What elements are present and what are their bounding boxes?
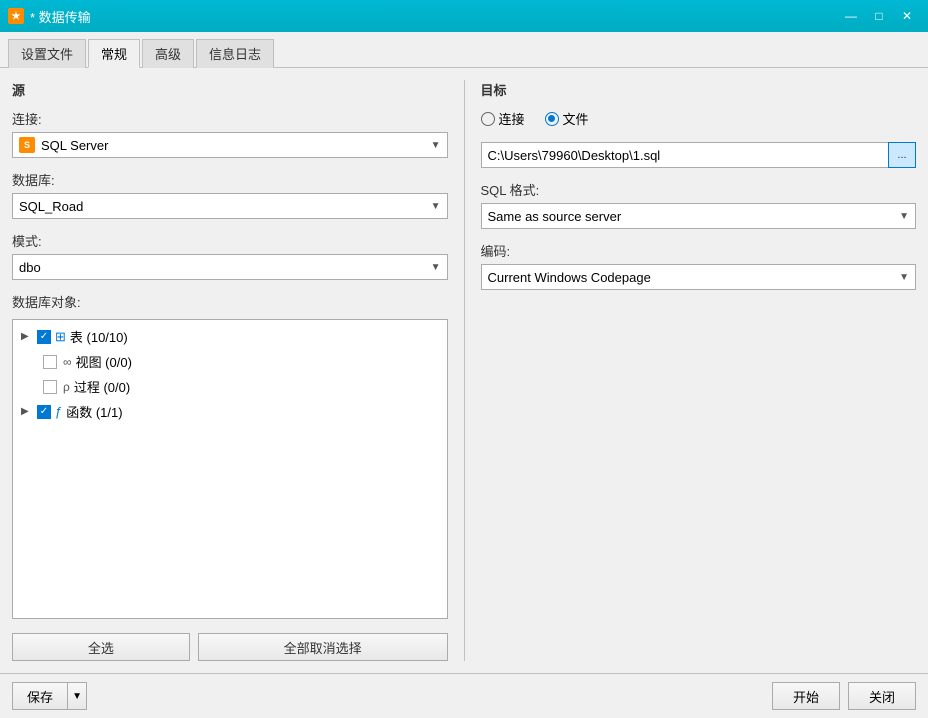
save-dropdown-button[interactable]: ▼ — [67, 682, 87, 710]
file-path-input[interactable] — [481, 142, 889, 168]
save-button[interactable]: 保存 — [12, 682, 67, 710]
database-dropdown-arrow: ▼ — [431, 201, 441, 212]
source-mode-group: 模式: dbo ▼ — [12, 231, 448, 280]
close-button-footer[interactable]: 关闭 — [848, 682, 916, 710]
connection-radio-circle[interactable] — [481, 112, 495, 126]
tables-icon: ⊞ — [55, 329, 66, 345]
deselect-all-button[interactable]: 全部取消选择 — [198, 633, 448, 661]
target-encoding-value: Current Windows Codepage — [488, 270, 651, 285]
close-button[interactable]: ✕ — [894, 5, 920, 27]
views-label: 视图 (0/0) — [76, 352, 132, 371]
source-connection-value: SQL Server — [41, 138, 108, 153]
select-all-button[interactable]: 全选 — [12, 633, 190, 661]
minimize-button[interactable]: — — [838, 5, 864, 27]
footer: 保存 ▼ 开始 关闭 — [0, 673, 928, 718]
file-browse-button[interactable]: ... — [888, 142, 916, 168]
tree-item-views[interactable]: ∞ 视图 (0/0) — [13, 349, 447, 374]
tab-settings[interactable]: 设置文件 — [8, 39, 86, 68]
title-bar: ★ * 数据传输 — □ ✕ — [0, 0, 928, 32]
source-objects-label: 数据库对象: — [12, 292, 448, 311]
source-panel: 源 连接: S SQL Server ▼ 数据库: SQL_Road ▼ — [12, 80, 448, 661]
tab-bar: 设置文件 常规 高级 信息日志 — [0, 32, 928, 68]
connection-dropdown-arrow: ▼ — [431, 140, 441, 151]
source-mode-select[interactable]: dbo ▼ — [12, 254, 448, 280]
tab-advanced[interactable]: 高级 — [142, 39, 194, 68]
connection-radio-label: 连接 — [499, 109, 525, 128]
functions-checkbox[interactable]: ✓ — [37, 405, 51, 419]
source-connection-select[interactable]: S SQL Server ▼ — [12, 132, 448, 158]
target-panel: 目标 连接 文件 ... SQL — [481, 80, 917, 661]
target-sql-format-label: SQL 格式: — [481, 180, 917, 199]
source-database-select[interactable]: SQL_Road ▼ — [12, 193, 448, 219]
encoding-dropdown-arrow: ▼ — [899, 272, 909, 283]
content-area: 源 连接: S SQL Server ▼ 数据库: SQL_Road ▼ — [0, 68, 928, 673]
target-connection-radio[interactable]: 连接 — [481, 109, 525, 128]
procedures-icon: ρ — [63, 380, 70, 394]
file-radio-circle[interactable] — [545, 112, 559, 126]
procedures-checkbox[interactable] — [43, 380, 57, 394]
tree-item-procedures[interactable]: ρ 过程 (0/0) — [13, 374, 447, 399]
source-mode-label: 模式: — [12, 231, 448, 250]
source-panel-title: 源 — [12, 80, 448, 99]
target-encoding-group: 编码: Current Windows Codepage ▼ — [481, 241, 917, 290]
target-file-radio[interactable]: 文件 — [545, 109, 589, 128]
tab-general[interactable]: 常规 — [88, 39, 140, 68]
start-button[interactable]: 开始 — [772, 682, 840, 710]
views-checkbox[interactable] — [43, 355, 57, 369]
title-text: * 数据传输 — [30, 7, 91, 26]
sql-format-dropdown-arrow: ▼ — [899, 211, 909, 222]
tables-checkbox[interactable]: ✓ — [37, 330, 51, 344]
maximize-button[interactable]: □ — [866, 5, 892, 27]
functions-expand-icon[interactable]: ▶ — [21, 406, 33, 417]
title-controls: — □ ✕ — [838, 5, 920, 27]
tab-log[interactable]: 信息日志 — [196, 39, 274, 68]
procedures-label: 过程 (0/0) — [74, 377, 130, 396]
tree-item-functions[interactable]: ▶ ✓ ƒ 函数 (1/1) — [13, 399, 447, 424]
target-sql-format-group: SQL 格式: Same as source server ▼ — [481, 180, 917, 229]
target-sql-format-value: Same as source server — [488, 209, 622, 224]
mode-dropdown-arrow: ▼ — [431, 262, 441, 273]
title-bar-left: ★ * 数据传输 — [8, 7, 91, 26]
footer-right: 开始 关闭 — [772, 682, 916, 710]
source-mode-value: dbo — [19, 260, 41, 275]
target-panel-title: 目标 — [481, 80, 917, 99]
target-sql-format-select[interactable]: Same as source server ▼ — [481, 203, 917, 229]
main-window: 设置文件 常规 高级 信息日志 源 连接: S SQL Server ▼ — [0, 32, 928, 718]
source-connection-label: 连接: — [12, 109, 448, 128]
sql-server-icon: S — [19, 137, 35, 153]
source-database-group: 数据库: SQL_Road ▼ — [12, 170, 448, 219]
target-type-radio-group: 连接 文件 — [481, 109, 917, 128]
target-encoding-select[interactable]: Current Windows Codepage ▼ — [481, 264, 917, 290]
functions-label: 函数 (1/1) — [66, 402, 122, 421]
footer-left: 保存 ▼ — [12, 682, 87, 710]
source-bottom-buttons: 全选 全部取消选择 — [12, 633, 448, 661]
views-icon: ∞ — [63, 355, 72, 369]
tables-label: 表 (10/10) — [70, 327, 128, 346]
source-connection-group: 连接: S SQL Server ▼ — [12, 109, 448, 158]
source-database-label: 数据库: — [12, 170, 448, 189]
app-icon: ★ — [8, 8, 24, 24]
file-path-row: ... — [481, 142, 917, 168]
target-file-path-group: ... — [481, 142, 917, 168]
source-database-value: SQL_Road — [19, 199, 83, 214]
file-radio-label: 文件 — [563, 109, 589, 128]
tree-item-tables[interactable]: ▶ ✓ ⊞ 表 (10/10) — [13, 324, 447, 349]
database-objects-tree[interactable]: ▶ ✓ ⊞ 表 (10/10) ∞ 视图 (0/0) ρ 过程 (0/0) — [12, 319, 448, 619]
tables-expand-icon[interactable]: ▶ — [21, 331, 33, 342]
panel-divider — [464, 80, 465, 661]
target-encoding-label: 编码: — [481, 241, 917, 260]
functions-icon: ƒ — [55, 404, 62, 419]
